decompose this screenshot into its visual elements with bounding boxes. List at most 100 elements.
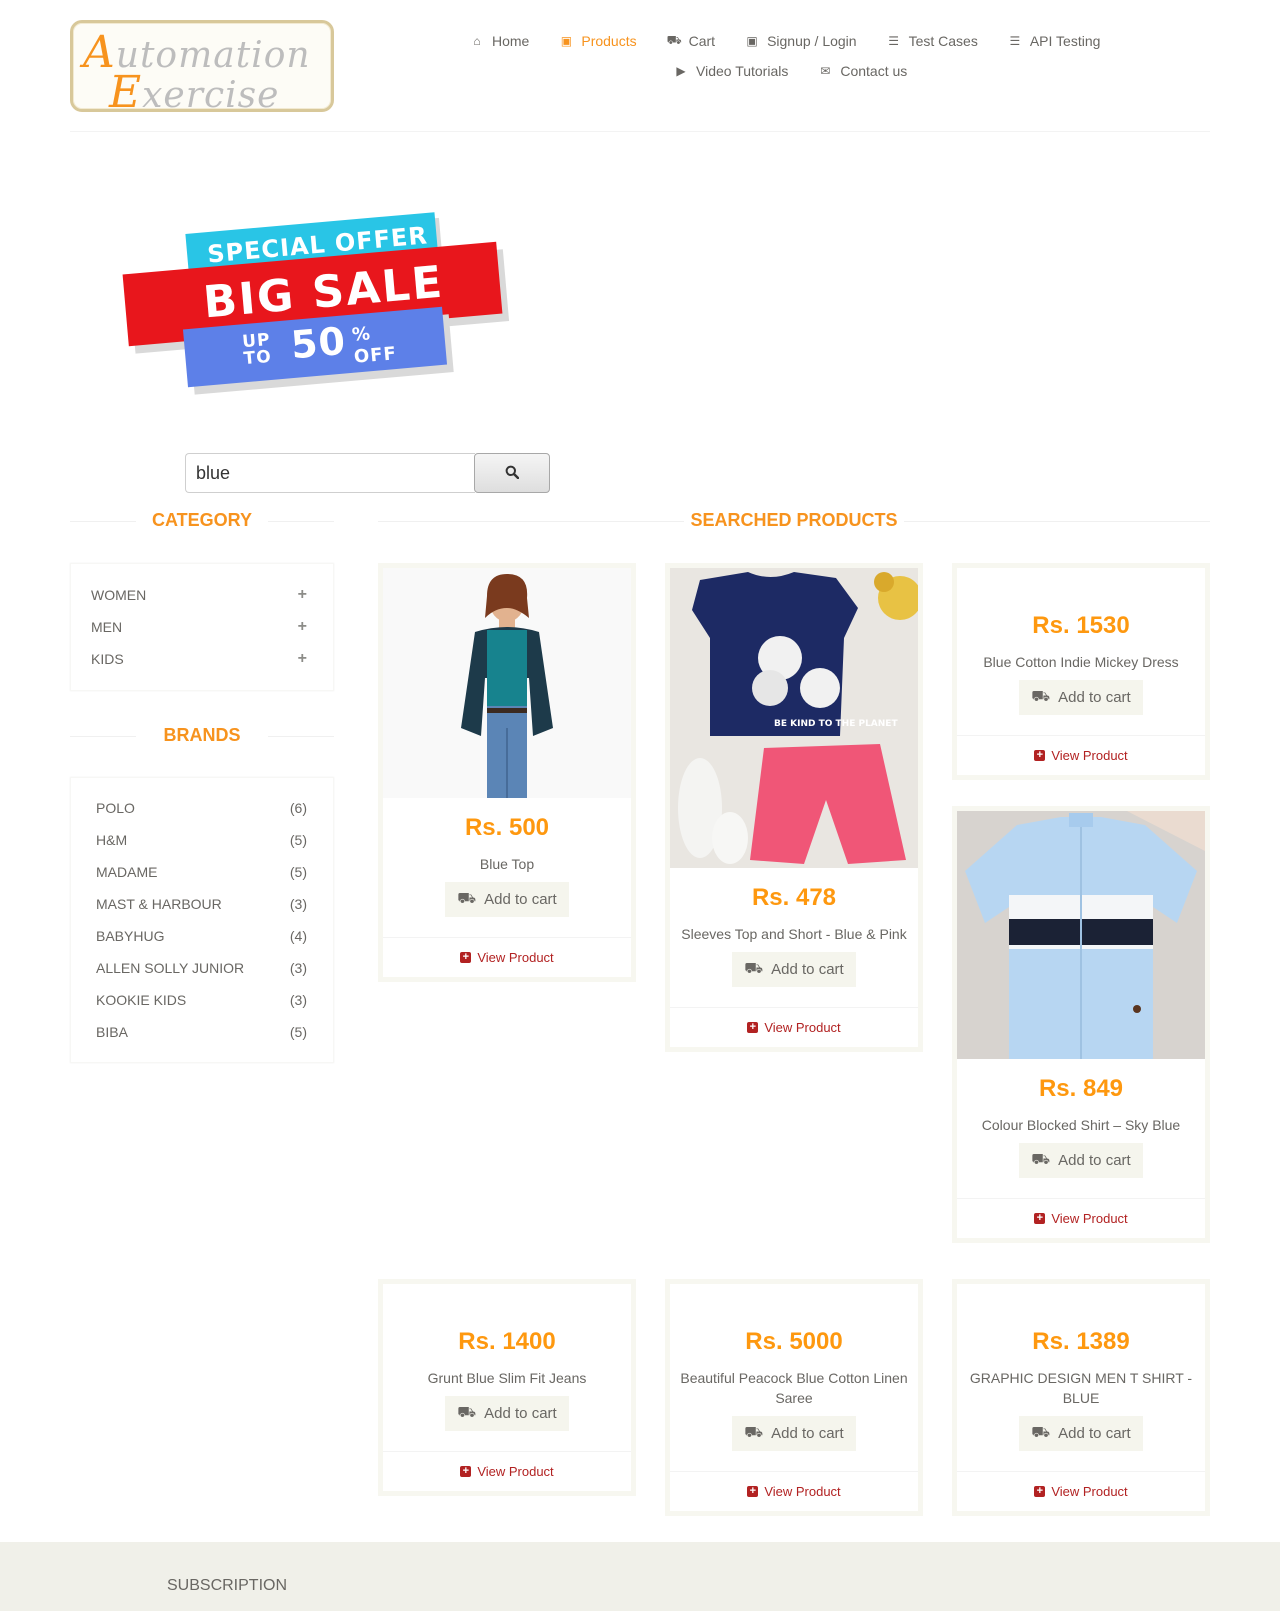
site-logo[interactable]: Automation Exercise [70,20,334,118]
product-name: Colour Blocked Shirt – Sky Blue [981,1117,1181,1133]
plus-icon: + [297,618,307,635]
product-name: Blue Cotton Indie Mickey Dress [983,654,1179,670]
brand-name: H&M [96,832,128,848]
product-name: GRAPHIC DESIGN MEN T SHIRT - BLUE [969,1370,1193,1406]
add-to-cart-button[interactable]: ⛟ Add to cart [1019,1416,1143,1451]
nav-signup-login[interactable]: ▣ Signup / Login [745,33,857,49]
svg-text:BE KIND TO THE PLANET: BE KIND TO THE PLANET [774,719,898,729]
category-men[interactable]: MEN + [71,611,333,643]
products-icon: ▣ [560,34,573,48]
product-image [383,568,631,798]
nav-home[interactable]: ⌂ Home [470,33,529,49]
plus-square-icon: + [460,952,472,963]
add-to-cart-button[interactable]: ⛟ Add to cart [445,882,569,917]
plus-icon: + [297,586,307,603]
product-card: BE KIND TO THE PLANET Rs. 478 Sleeves To… [665,563,923,1052]
brand-name: BIBA [96,1024,128,1040]
youtube-icon: ▶ [676,64,686,78]
envelope-icon: ✉ [820,64,831,78]
nav-signup-label: Signup / Login [767,33,857,49]
nav-products[interactable]: ▣ Products [559,33,637,49]
brand-count: (3) [289,960,307,976]
product-image: BE KIND TO THE PLANET [670,568,918,868]
home-icon: ⌂ [473,34,481,48]
main-nav: ⌂ Home ▣ Products ⛟ Cart ▣ Signup / Login ☰ T… [470,26,1130,86]
view-product-link[interactable]: + View Product [670,1007,918,1047]
product-name: Sleeves Top and Short - Blue & Pink [681,926,907,942]
nav-cart-label: Cart [688,33,716,49]
product-card: Rs. 1400 Grunt Blue Slim Fit Jeans ⛟ Add … [378,1279,636,1496]
search-button[interactable] [474,453,550,493]
nav-home-label: Home [492,33,530,49]
brand-mast-harbour[interactable]: MAST & HARBOUR (3) [71,888,333,920]
nav-contact-us[interactable]: ✉ Contact us [818,63,907,79]
cart-icon: ⛟ [744,1424,764,1441]
brand-kookie-kids[interactable]: KOOKIE KIDS (3) [71,984,333,1016]
list-icon: ☰ [1009,34,1021,48]
plus-icon: + [297,650,307,667]
category-title: CATEGORY [70,510,334,531]
plus-square-icon: + [460,1466,472,1477]
nav-api-testing[interactable]: ☰ API Testing [1008,33,1100,49]
view-product-link[interactable]: + View Product [670,1471,918,1511]
nav-cart[interactable]: ⛟ Cart [667,33,715,49]
product-price: Rs. 1389 [1032,1328,1130,1355]
brands-title: BRANDS [70,725,334,746]
add-to-cart-button[interactable]: ⛟ Add to cart [732,1416,856,1451]
add-to-cart-button[interactable]: ⛟ Add to cart [445,1396,569,1431]
nav-test-cases[interactable]: ☰ Test Cases [887,33,978,49]
lock-icon: ▣ [746,34,758,48]
footer: SUBSCRIPTION [0,1542,1280,1611]
view-product-link[interactable]: + View Product [383,1451,631,1491]
brand-name: MAST & HARBOUR [96,896,222,912]
nav-contact-label: Contact us [840,63,908,79]
brand-babyhug[interactable]: BABYHUG (4) [71,920,333,952]
category-kids[interactable]: KIDS + [71,643,333,675]
product-card: Rs. 5000 Beautiful Peacock Blue Cotton L… [665,1279,923,1516]
brand-count: (3) [289,896,307,912]
search-input[interactable] [185,453,475,493]
plus-square-icon: + [1034,1486,1046,1497]
view-product-link[interactable]: + View Product [957,735,1205,775]
view-product-link[interactable]: + View Product [383,937,631,977]
banner-up-to: UP TO [241,329,273,370]
add-to-cart-button[interactable]: ⛟ Add to cart [1019,680,1143,715]
product-name: Blue Top [479,856,535,872]
brand-allen-solly-junior[interactable]: ALLEN SOLLY JUNIOR (3) [71,952,333,984]
brands-panel: POLO (6) H&M (5) MADAME (5) MAST & HARBOUR (… [70,777,334,1063]
nav-video-label: Video Tutorials [696,63,789,79]
list-icon: ☰ [888,34,899,48]
banner-percent-off: % OFF [351,323,398,368]
category-women[interactable]: WOMEN + [71,579,333,611]
nav-video-tutorials[interactable]: ▶ Video Tutorials [674,63,788,79]
product-card: Rs. 1530 Blue Cotton Indie Mickey Dress … [952,563,1210,780]
category-panel: WOMEN + MEN + KIDS + [70,563,334,691]
brand-count: (3) [289,992,307,1008]
searched-products-title: SEARCHED PRODUCTS [378,510,1210,531]
cart-icon: ⛟ [1031,688,1051,705]
brand-polo[interactable]: POLO (6) [71,792,333,824]
product-price: Rs. 500 [464,814,550,841]
cart-icon: ⛟ [457,890,477,907]
add-to-cart-button[interactable]: ⛟ Add to cart [1019,1143,1143,1178]
cart-icon: ⛟ [666,33,682,47]
brand-madame[interactable]: MADAME (5) [71,856,333,888]
category-label: MEN [91,619,123,635]
cart-icon: ⛟ [1031,1424,1051,1441]
brand-name: POLO [96,800,135,816]
view-product-link[interactable]: + View Product [957,1198,1205,1238]
brand-count: (4) [289,928,307,944]
brand-name: MADAME [96,864,158,880]
product-name: Beautiful Peacock Blue Cotton Linen Sare… [680,1370,908,1406]
plus-square-icon: + [747,1486,759,1497]
brand-hm[interactable]: H&M (5) [71,824,333,856]
cart-icon: ⛟ [457,1404,477,1421]
product-name: Grunt Blue Slim Fit Jeans [427,1370,587,1386]
view-product-link[interactable]: + View Product [957,1471,1205,1511]
add-to-cart-button[interactable]: ⛟ Add to cart [732,952,856,987]
brand-biba[interactable]: BIBA (5) [71,1016,333,1048]
brand-name: KOOKIE KIDS [96,992,187,1008]
product-price: Rs. 5000 [745,1328,843,1355]
category-label: WOMEN [91,587,147,603]
nav-products-label: Products [581,33,637,49]
